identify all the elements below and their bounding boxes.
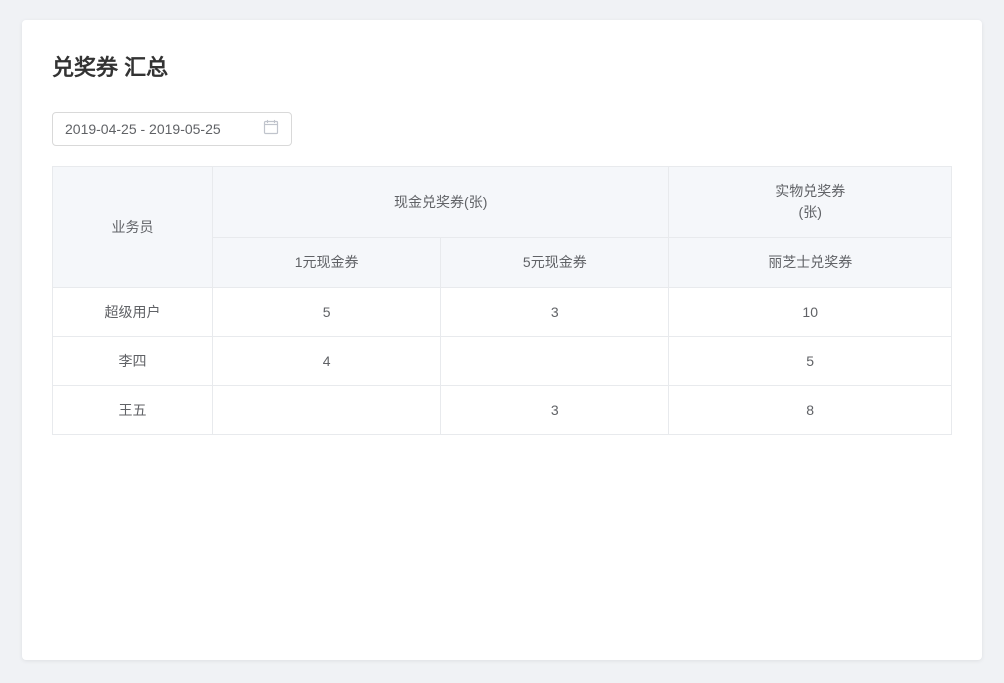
cell-5yuan: 3 — [441, 386, 669, 435]
header-salesperson: 业务员 — [53, 167, 213, 288]
cell-1yuan — [213, 386, 441, 435]
cell-5yuan — [441, 337, 669, 386]
page-title: 兑奖券 汇总 — [52, 50, 952, 82]
table-row: 李四4 5 — [53, 337, 952, 386]
cell-1yuan: 4 — [213, 337, 441, 386]
cell-lizhi: 10 — [669, 288, 952, 337]
cell-salesperson: 超级用户 — [53, 288, 213, 337]
header-cash-group: 现金兑奖券(张) — [213, 167, 669, 238]
cell-lizhi: 5 — [669, 337, 952, 386]
date-picker-text: 2019-04-25 - 2019-05-25 — [65, 121, 221, 137]
cell-lizhi: 8 — [669, 386, 952, 435]
header-col5-yuan: 5元现金券 — [441, 238, 669, 288]
calendar-icon — [263, 119, 279, 139]
cell-salesperson: 李四 — [53, 337, 213, 386]
page-container: 兑奖券 汇总 2019-04-25 - 2019-05-25 业务员 现金兑奖券… — [22, 20, 982, 660]
cell-salesperson: 王五 — [53, 386, 213, 435]
summary-table: 业务员 现金兑奖券(张) 实物兑奖券 (张) 1元现金券 5元现金券 丽芝士兑奖… — [52, 166, 952, 435]
cell-5yuan: 3 — [441, 288, 669, 337]
table-row: 王五 38 — [53, 386, 952, 435]
date-picker-wrapper: 2019-04-25 - 2019-05-25 — [52, 112, 952, 146]
header-col1-yuan: 1元现金券 — [213, 238, 441, 288]
date-picker[interactable]: 2019-04-25 - 2019-05-25 — [52, 112, 292, 146]
header-col-lizhi: 丽芝士兑奖券 — [669, 238, 952, 288]
cell-1yuan: 5 — [213, 288, 441, 337]
table-row: 超级用户5310 — [53, 288, 952, 337]
header-physical-group: 实物兑奖券 (张) — [669, 167, 952, 238]
